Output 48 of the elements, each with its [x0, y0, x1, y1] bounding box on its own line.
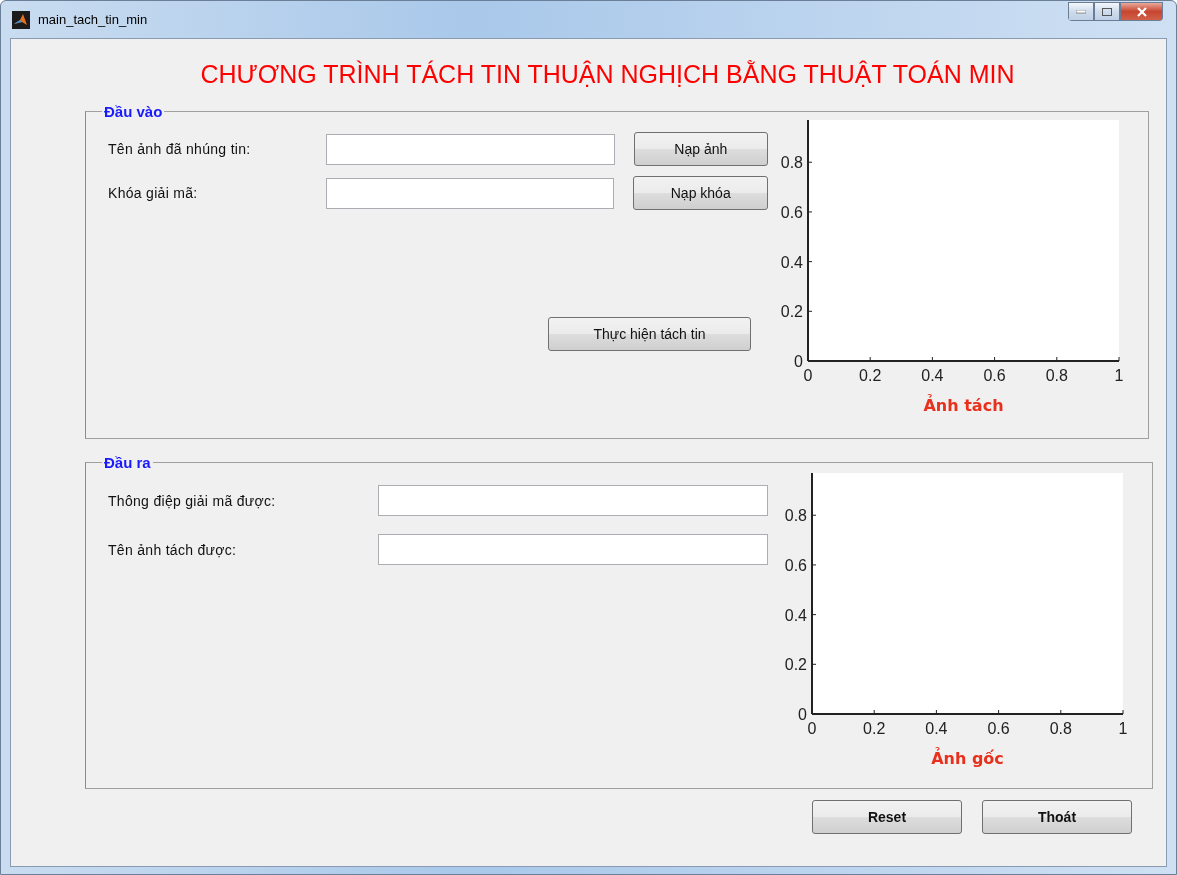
tick-label: 0 [807, 720, 817, 737]
tick-label: 0.6 [780, 203, 803, 221]
action-button[interactable]: Reset [812, 800, 962, 834]
tick-label: 0 [794, 353, 803, 370]
close-icon [1135, 6, 1148, 17]
tick-label: 0.4 [780, 253, 803, 271]
tick-label: 0.4 [784, 606, 807, 624]
tick-label: 0.2 [859, 367, 882, 384]
tick-label: 0.8 [1049, 720, 1072, 737]
field-label: Tên ảnh đã nhúng tin: [107, 141, 252, 157]
run-button[interactable]: Thực hiện tách tin [548, 317, 751, 351]
minimize-icon [1076, 9, 1086, 14]
tick-label: 0.6 [987, 720, 1010, 737]
tick-label: 0.2 [780, 303, 803, 321]
tick-label: 1 [1114, 367, 1124, 384]
tick-label: 0.8 [1045, 367, 1068, 384]
tick-label: 0 [798, 706, 807, 723]
app-heading: CHƯƠNG TRÌNH TÁCH TIN THUẬN NGHỊCH BẰNG THUẬT TOÁN MIN [199, 60, 1016, 89]
load-button[interactable]: Nạp khóa [633, 176, 768, 210]
maximize-icon [1102, 7, 1112, 16]
output-field[interactable] [378, 485, 768, 516]
app-icon [12, 10, 30, 29]
panel-title: Đầu ra [103, 454, 152, 471]
field-label: Khóa giải mã: [107, 185, 199, 201]
axis-label: Ảnh gốc [931, 749, 1004, 768]
tick-label: 0.4 [925, 720, 948, 737]
minimize-button[interactable] [1068, 2, 1094, 21]
tick-label: 0.2 [863, 720, 886, 737]
tick-label: 0.6 [983, 367, 1006, 384]
tick-label: 0.2 [784, 656, 807, 674]
window-title: main_tach_tin_min [38, 12, 149, 27]
maximize-button[interactable] [1094, 2, 1120, 21]
close-button[interactable] [1120, 2, 1163, 21]
tick-label: 1 [1118, 720, 1128, 737]
input-field[interactable] [326, 133, 615, 165]
input-field[interactable] [326, 177, 615, 209]
field-label: Thông điệp giải mã được: [107, 492, 277, 509]
action-button[interactable]: Thoát [982, 800, 1132, 834]
tick-label: 0.4 [921, 367, 944, 384]
tick-label: 0.8 [784, 507, 807, 525]
tick-label: 0.6 [784, 556, 807, 574]
tick-label: 0 [803, 367, 813, 384]
load-button[interactable]: Nạp ảnh [633, 132, 768, 166]
output-field[interactable] [378, 534, 768, 565]
tick-label: 0.8 [780, 154, 803, 172]
panel-title: Đầu vào [103, 103, 164, 120]
axis-label: Ảnh tách [923, 396, 1004, 415]
field-label: Tên ảnh tách được: [107, 541, 238, 558]
